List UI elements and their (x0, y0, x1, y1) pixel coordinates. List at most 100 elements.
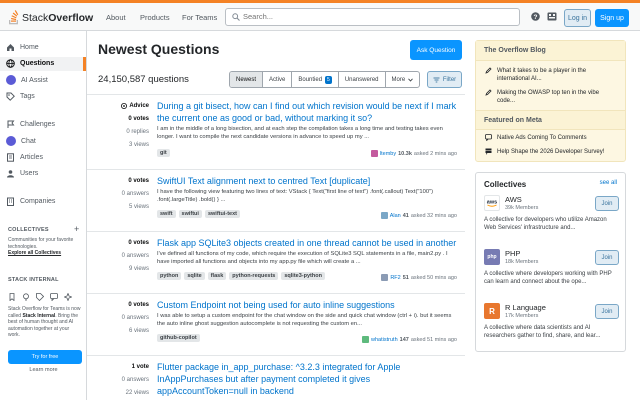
tag-swiftui-text[interactable]: swiftui-text (204, 210, 240, 218)
learn-more-link[interactable]: Learn more (0, 367, 87, 373)
tab-newest[interactable]: Newest (230, 72, 264, 87)
tab-active[interactable]: Active (263, 72, 293, 87)
tag-python-requests[interactable]: python-requests (229, 272, 279, 280)
join-button[interactable]: Join (595, 304, 619, 319)
question-excerpt: I have the following view featuring two … (157, 189, 434, 203)
question-body: SwiftUI Text alignment next to centred T… (157, 175, 457, 204)
meta-item[interactable]: Native Ads Coming To Comments (485, 134, 617, 142)
sidebar-item-users[interactable]: Users (6, 169, 38, 178)
collective-name[interactable]: AWS (505, 195, 522, 204)
sidebar-item-companies[interactable]: Companies (6, 197, 55, 206)
left-sidebar: Home Questions AI Assist Tags Challenges… (0, 31, 87, 400)
try-for-free-button[interactable]: Try for free (8, 350, 82, 364)
answer-count: 0 answers (121, 191, 149, 197)
login-button[interactable]: Log in (564, 9, 591, 27)
question-title[interactable]: Flask app SQLite3 objects created in one… (157, 237, 457, 249)
ask-question-button[interactable]: Ask Question (410, 40, 462, 60)
collectives-title: Collectives (484, 180, 527, 189)
logo[interactable]: StackOverflow (8, 10, 93, 25)
users-icon (7, 170, 14, 178)
user-name[interactable]: whatistruth (371, 337, 398, 343)
tag-swiftui[interactable]: swiftui (178, 210, 202, 218)
tag-outline-icon (36, 293, 44, 301)
explore-collectives-link[interactable]: Explore all Collectives (8, 250, 61, 256)
avatar[interactable] (381, 274, 389, 281)
r-logo-icon[interactable]: R (484, 303, 500, 319)
tag-sqlite[interactable]: sqlite (184, 272, 205, 280)
stack-internal-description: Stack Overflow for Teams is now called S… (8, 306, 81, 338)
question-user: Alan 41 asked 32 mins ago (380, 212, 457, 219)
nav-products[interactable]: Products (140, 13, 170, 22)
tag-swift[interactable]: swift (157, 210, 176, 218)
search-input[interactable] (243, 12, 503, 21)
question-tags: git (157, 149, 170, 157)
view-count: 22 views (125, 390, 149, 396)
view-count: 9 views (128, 266, 149, 272)
sidebar-item-ai-assist[interactable]: AI Assist (6, 75, 48, 85)
svg-text:?: ? (534, 14, 538, 21)
question-title[interactable]: Custom Endpoint not being used for auto … (157, 299, 457, 311)
tag-flask[interactable]: flask (207, 272, 227, 280)
sidebar-item-chat[interactable]: Chat (6, 136, 36, 146)
tag-python[interactable]: python (157, 272, 182, 280)
question-tags: swift swiftui swiftui-text (157, 210, 240, 218)
search-icon (232, 13, 240, 21)
question-stats: 0 votes 0 answers 5 views (87, 176, 149, 226)
sidebar-item-challenges[interactable]: Challenges (6, 120, 55, 129)
question-row: 0 votes 0 answers 6 views Custom Endpoin… (87, 293, 465, 355)
question-row: 0 votes 0 answers 9 views Flask app SQLi… (87, 231, 465, 293)
sidebar-item-articles[interactable]: Articles (6, 153, 43, 162)
question-title[interactable]: During a git bisect, how can I find out … (157, 100, 457, 124)
avatar[interactable] (380, 212, 388, 219)
question-title[interactable]: Flutter package in_app_purchase: ^3.2.3 … (157, 361, 457, 397)
question-stats: 0 votes 0 answers 9 views (87, 238, 149, 288)
sidebar-item-home[interactable]: Home (6, 43, 39, 52)
answer-count: 0 answers (121, 253, 149, 259)
tag-sqlite3-python[interactable]: sqlite3-python (281, 272, 325, 280)
stack-overflow-logo-icon (9, 10, 19, 25)
help-icon[interactable]: ? (531, 12, 540, 21)
collective-name[interactable]: PHP (505, 249, 520, 258)
collective-members: 39k Members (505, 205, 539, 211)
collective-name[interactable]: R Language (505, 303, 546, 312)
avatar[interactable] (362, 336, 370, 343)
tag-github-copilot[interactable]: github-copilot (157, 334, 200, 342)
aws-logo-text: aws (487, 200, 497, 206)
achievements-icon[interactable] (547, 12, 557, 21)
user-name[interactable]: ltemby (380, 151, 396, 157)
meta-item[interactable]: Help Shape the 2026 Developer Survey! (485, 148, 617, 156)
php-logo-icon[interactable]: php (484, 249, 500, 265)
join-button[interactable]: Join (595, 196, 619, 211)
nav-about[interactable]: About (106, 13, 126, 22)
see-all-link[interactable]: see all (600, 180, 617, 186)
user-name[interactable]: RF2 (390, 275, 400, 281)
user-name[interactable]: Alan (390, 213, 401, 219)
question-title[interactable]: SwiftUI Text alignment next to centred T… (157, 175, 457, 187)
search-box[interactable] (225, 8, 520, 26)
blog-item[interactable]: What it takes to be a player in the inte… (485, 67, 617, 83)
question-excerpt: I was able to setup a custom endpoint fo… (157, 313, 452, 327)
tab-more[interactable]: More (386, 72, 420, 87)
bounty-count-badge: 5 (325, 75, 332, 84)
tab-unanswered[interactable]: Unanswered (339, 72, 386, 87)
sidebar-item-questions[interactable]: Questions (6, 59, 54, 68)
filter-button[interactable]: Filter (427, 71, 462, 88)
question-row: 1 vote 0 answers 22 views Flutter packag… (87, 355, 465, 400)
signup-button[interactable]: Sign up (595, 9, 629, 27)
add-collective-icon[interactable]: + (74, 224, 79, 234)
tab-bountied[interactable]: Bountied 5 (292, 72, 339, 87)
home-icon (7, 44, 14, 51)
aws-logo-icon[interactable]: aws (484, 195, 500, 211)
tag-git[interactable]: git (157, 149, 170, 157)
lightbulb-icon (23, 293, 29, 301)
join-button[interactable]: Join (595, 250, 619, 265)
blog-item[interactable]: Making the OWASP top ten in the vibe cod… (485, 89, 617, 105)
avatar[interactable] (370, 150, 378, 157)
logo-text: StackOverflow (22, 11, 94, 24)
sidebar-item-tags[interactable]: Tags (6, 92, 35, 101)
nav-for-teams[interactable]: For Teams (182, 13, 217, 22)
question-user: whatistruth 147 asked 51 mins ago (362, 336, 457, 343)
sparkle-icon (64, 293, 72, 301)
view-count: 3 views (128, 142, 149, 148)
collectives-heading: COLLECTIVES (8, 227, 49, 233)
